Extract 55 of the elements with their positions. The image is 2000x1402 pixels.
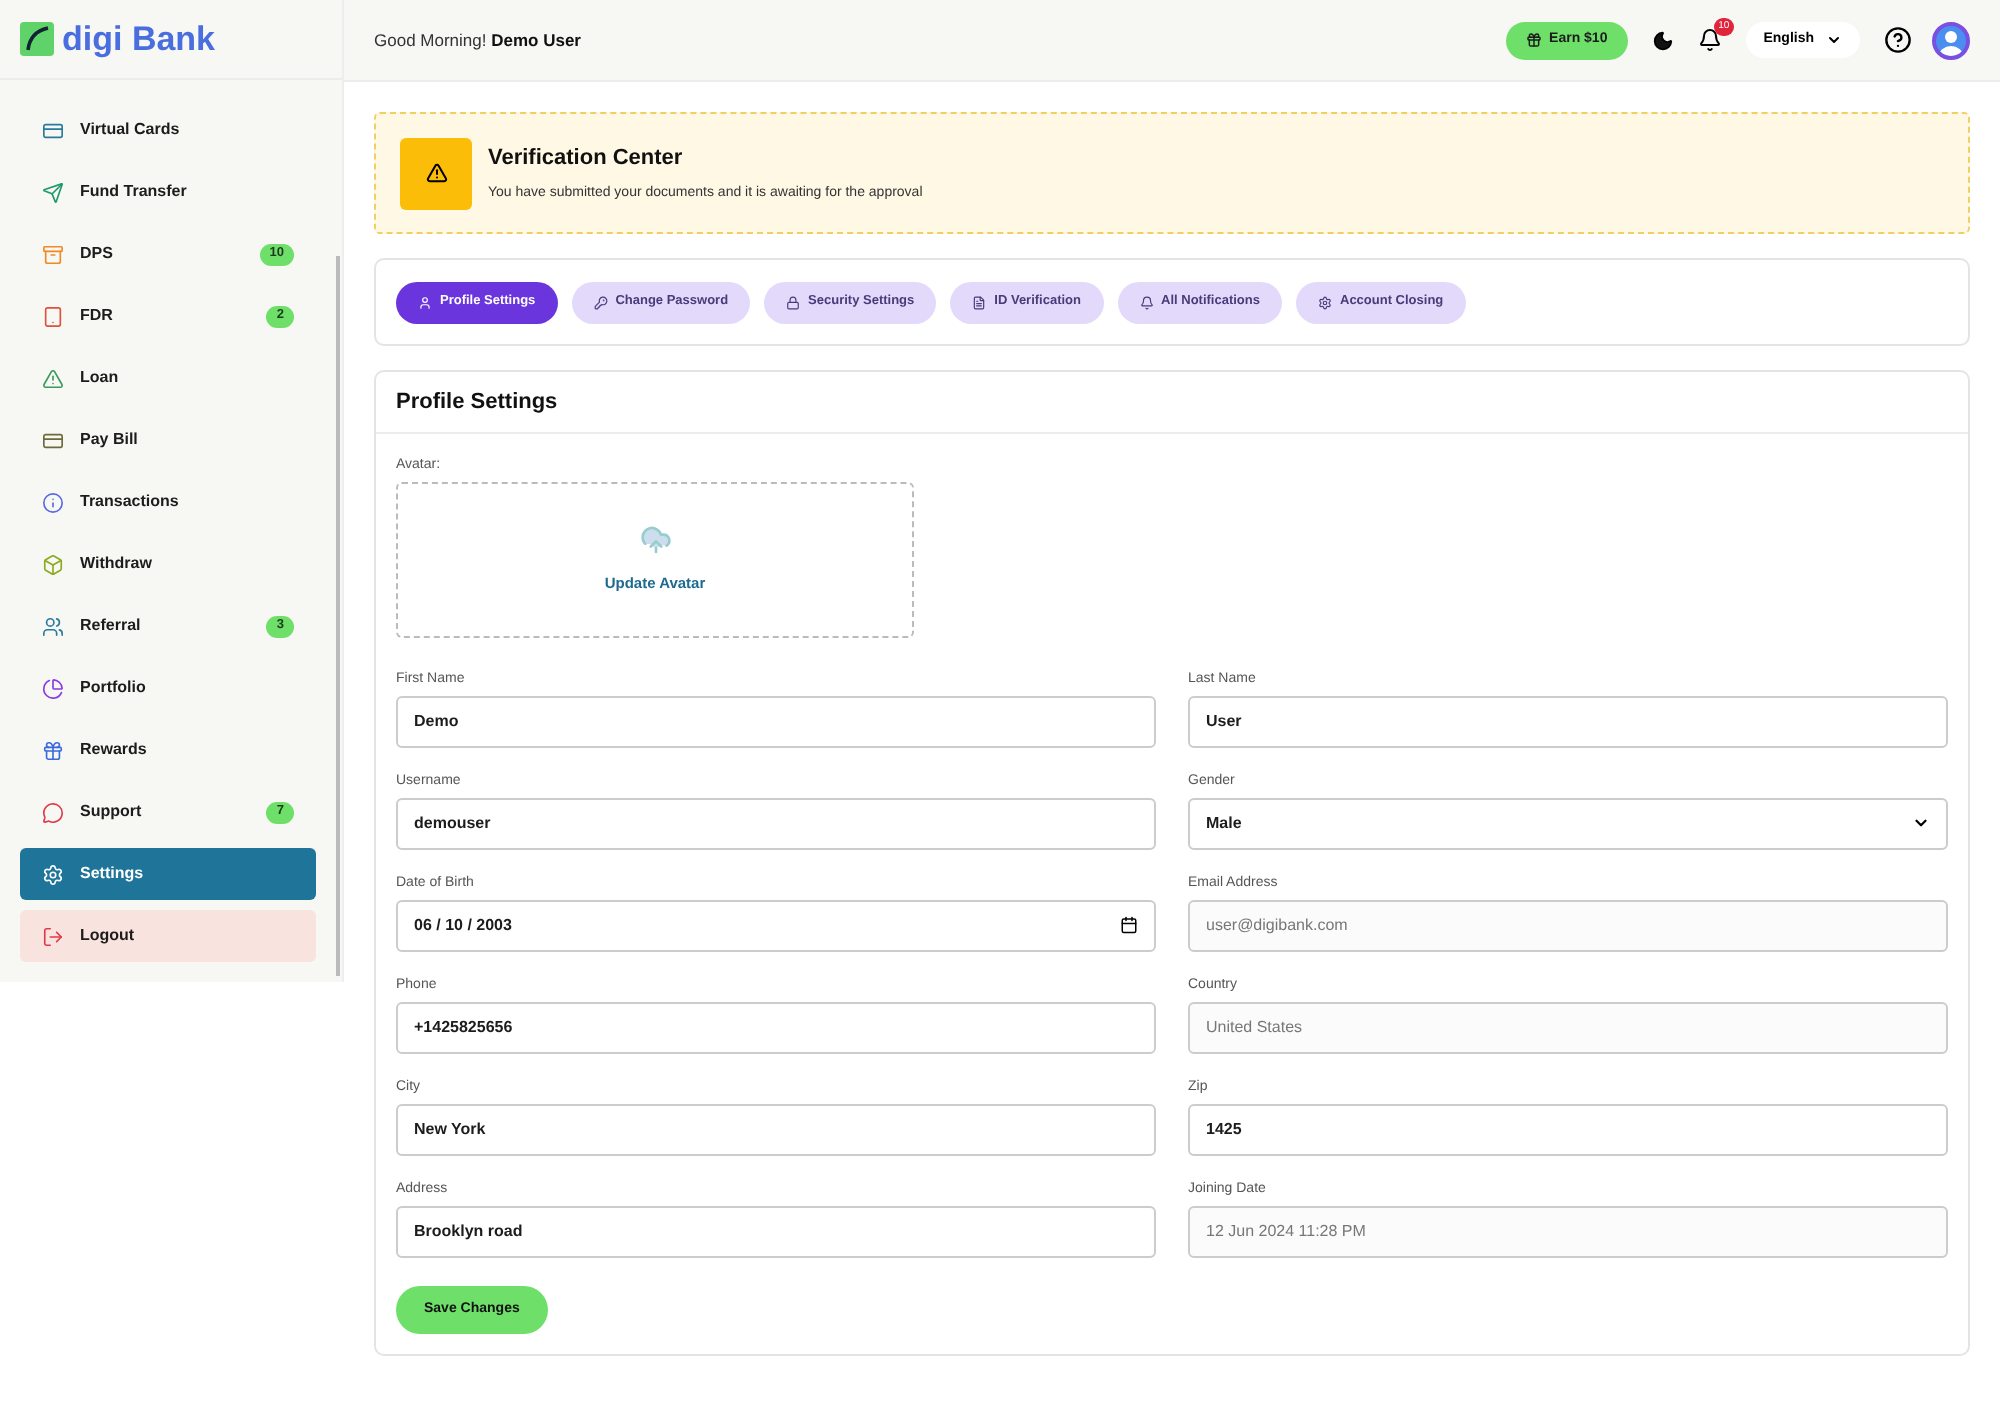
gift-icon (1525, 32, 1542, 48)
sidebar-item[interactable]: Settings (20, 848, 316, 900)
box-icon (42, 553, 64, 575)
lock-icon (786, 295, 801, 309)
pie-chart-icon (42, 677, 64, 699)
settings-icon (42, 863, 64, 885)
chevron-icon (1826, 32, 1842, 48)
sidebar-item[interactable]: Portfolio (20, 662, 316, 714)
chevron-icon (1912, 814, 1930, 832)
banner-title: Verification Center (488, 144, 685, 174)
card-icon (42, 429, 64, 451)
sidebar-item[interactable]: Logout (20, 910, 316, 962)
sidebar-item[interactable]: Rewards (20, 724, 316, 776)
input-field[interactable]: demouser (396, 797, 1156, 849)
bell-icon (1139, 295, 1154, 309)
input-field[interactable]: Demo (396, 695, 1156, 747)
key-icon (593, 295, 608, 309)
input-field[interactable]: Brooklyn road (396, 1205, 1156, 1257)
gift-icon (42, 739, 64, 761)
user-icon (418, 295, 432, 309)
sidebar-item[interactable]: Fund Transfer (20, 166, 316, 218)
input-field[interactable]: User (1188, 695, 1948, 747)
sidebar-item[interactable]: Virtual Cards (20, 104, 316, 156)
sidebar-item[interactable]: Transactions (20, 476, 316, 528)
sidebar-item[interactable]: Withdraw (20, 538, 316, 590)
brand-name: digi Bank (62, 17, 216, 62)
warning-icon (42, 367, 64, 389)
calendar-icon (1120, 916, 1138, 934)
avatar-icon[interactable] (1932, 21, 1970, 59)
chat-icon (42, 801, 64, 823)
gear-icon (1318, 295, 1332, 309)
users-icon (42, 615, 64, 637)
sidebar-item[interactable]: Pay Bill (20, 414, 316, 466)
archive-icon (42, 243, 64, 265)
scrollbar[interactable] (336, 256, 340, 976)
section-title: Profile Settings (396, 387, 558, 418)
moon-icon[interactable] (1651, 29, 1674, 51)
warning-icon (425, 162, 447, 184)
logout-icon (42, 925, 64, 947)
input-field[interactable]: New York (396, 1103, 1156, 1155)
sidebar-item[interactable]: Loan (20, 352, 316, 404)
notification-icon[interactable] (1697, 28, 1722, 52)
input-field[interactable]: 1425 (1188, 1103, 1948, 1155)
input-field[interactable]: +1425825656 (396, 1001, 1156, 1053)
upload-cloud-icon (639, 523, 671, 556)
logo-icon (20, 22, 54, 56)
tablet-icon (42, 305, 64, 327)
date-field[interactable]: 06 / 10 / 2003 (396, 899, 1156, 951)
info-icon (42, 491, 64, 513)
greeting-text: Good Morning! Demo User (374, 27, 583, 53)
card-icon (42, 119, 64, 141)
select-field[interactable]: Male (1188, 797, 1948, 849)
document-icon (972, 295, 987, 309)
help-icon[interactable] (1884, 26, 1912, 54)
send-icon (42, 181, 64, 203)
